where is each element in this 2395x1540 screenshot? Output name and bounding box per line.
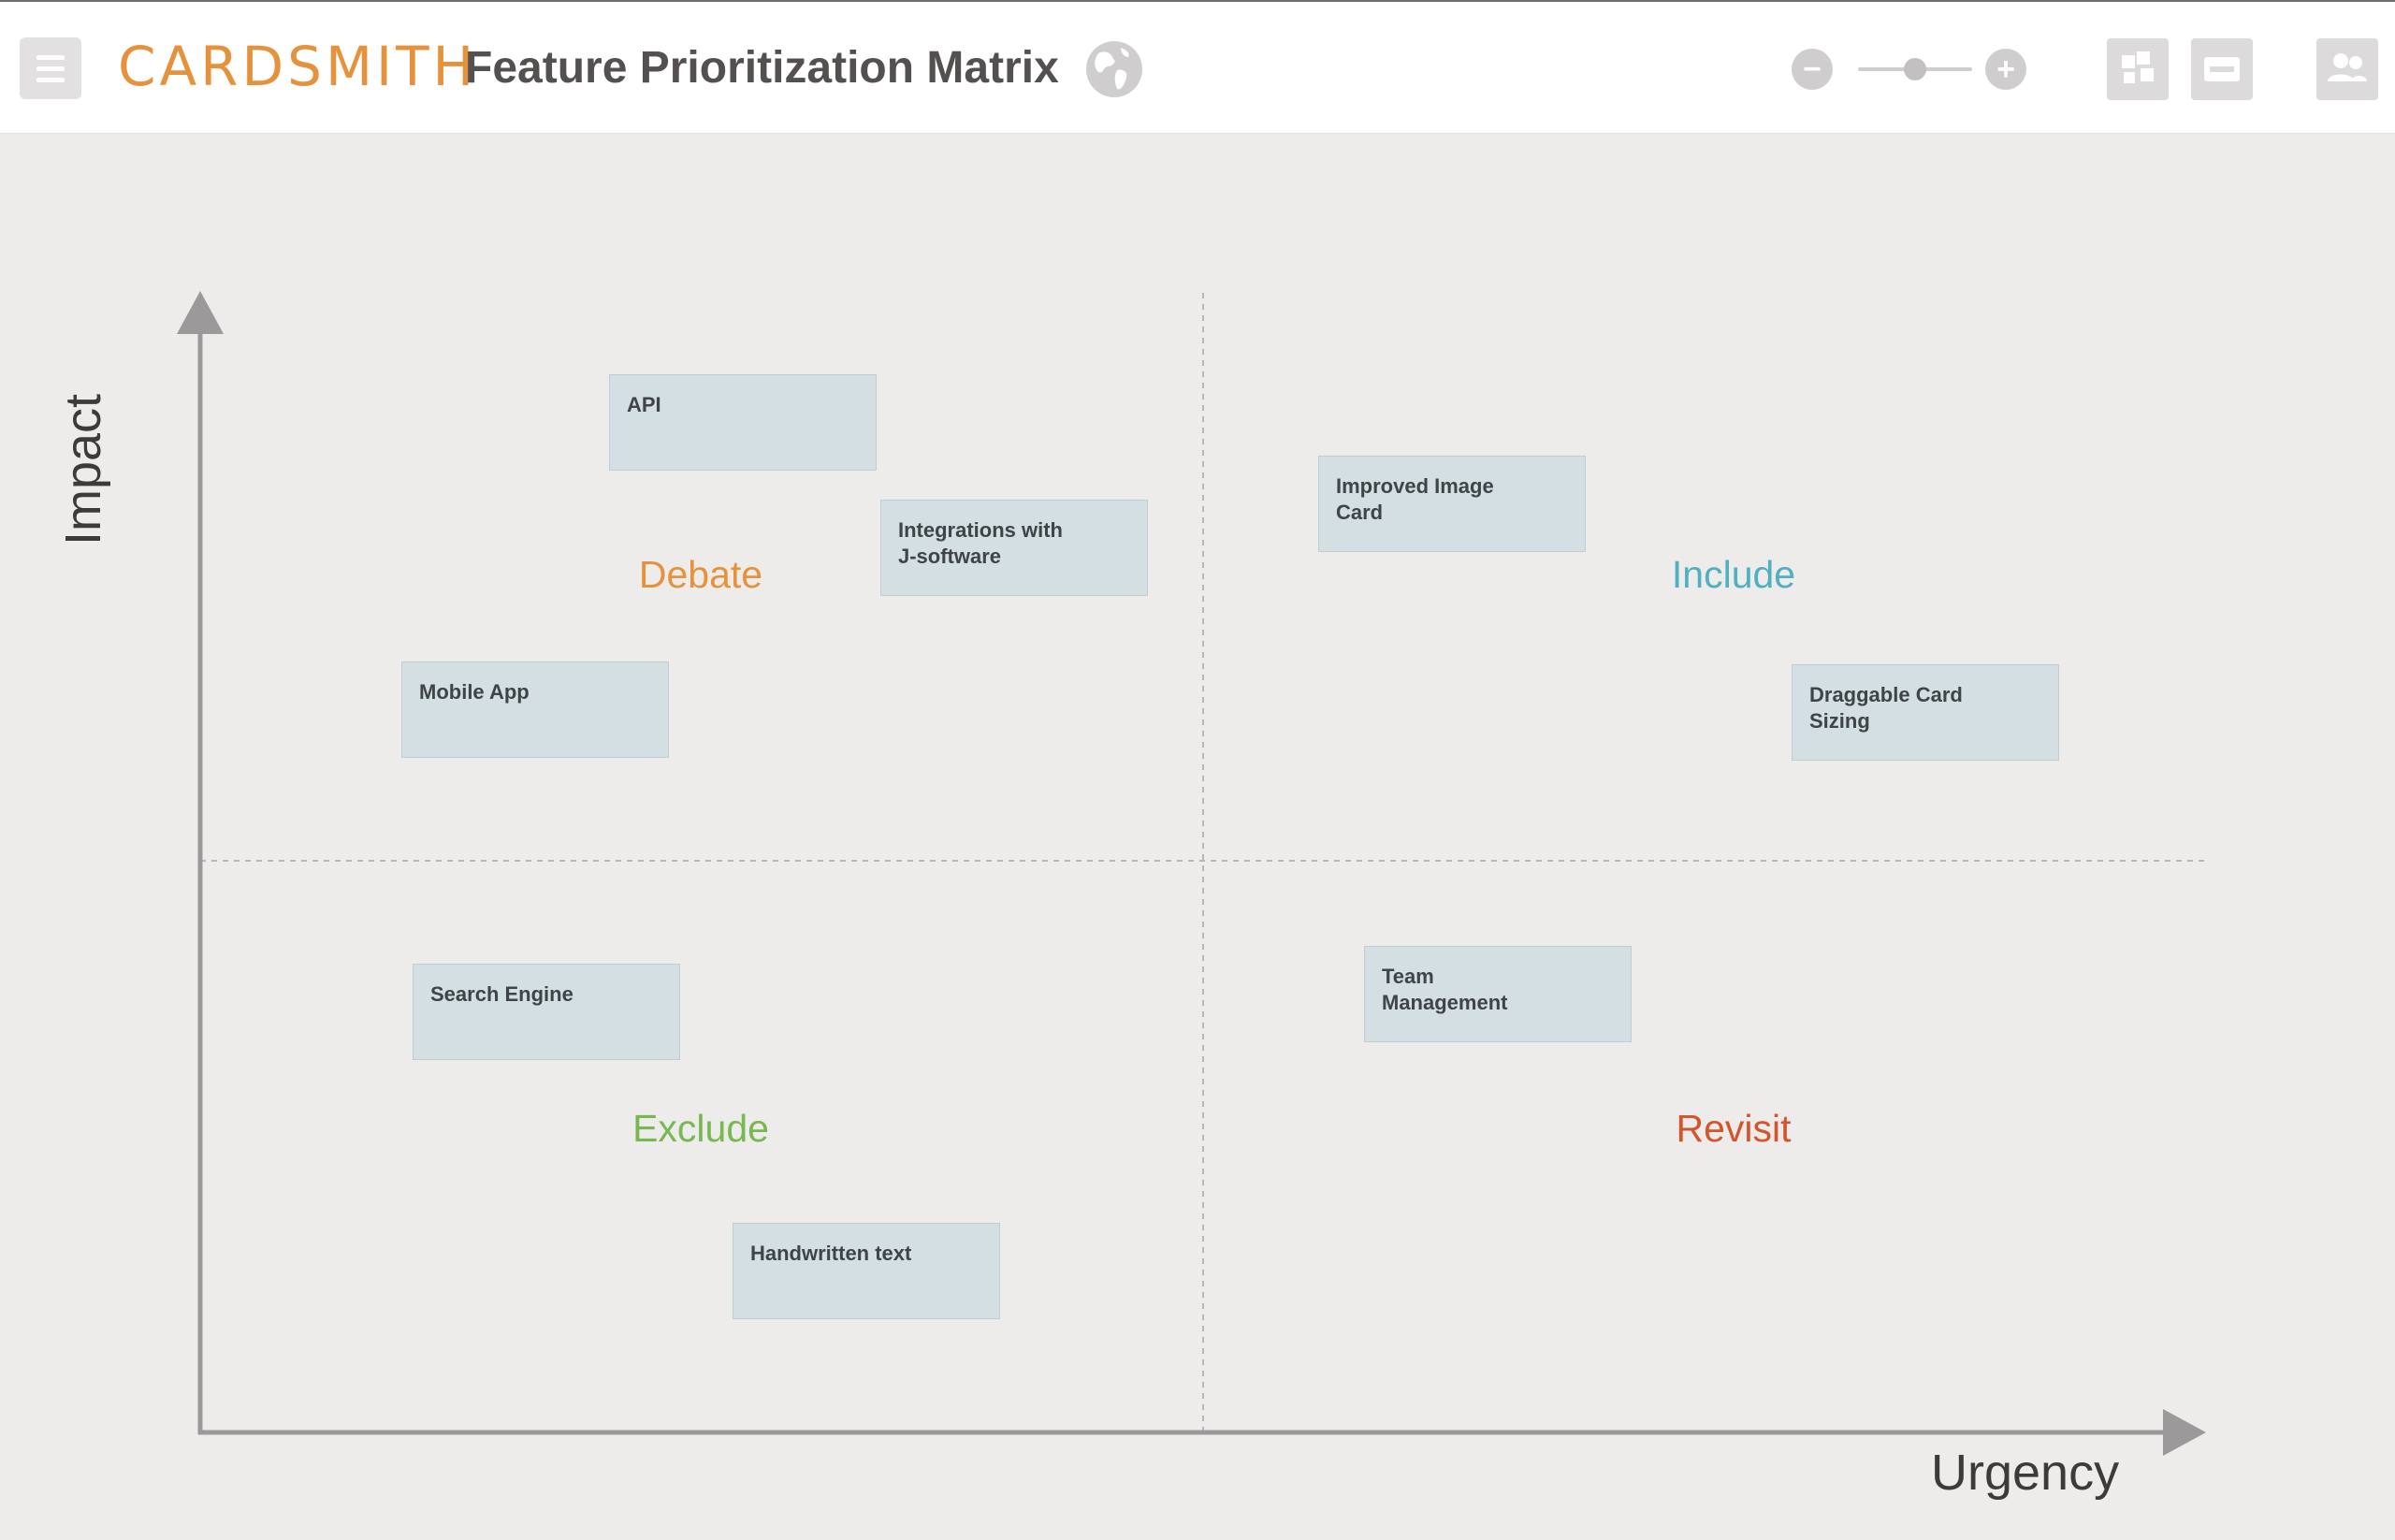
hamburger-menu-icon[interactable] bbox=[20, 37, 81, 99]
matrix-board: Impact Urgency Debate Include Exclude Re… bbox=[0, 134, 2395, 1540]
cardsmith-logo[interactable]: CARDSMITH bbox=[118, 34, 477, 99]
top-toolbar: CARDSMITH Feature Prioritization Matrix … bbox=[0, 0, 2395, 134]
quadrant-label-include: Include bbox=[1671, 553, 1796, 596]
menu-bar-line bbox=[36, 55, 65, 60]
zoom-out-button[interactable]: − bbox=[1792, 49, 1833, 90]
minus-box-icon[interactable] bbox=[2191, 38, 2253, 100]
card-improved-image[interactable]: Improved Image Card bbox=[1318, 456, 1586, 552]
menu-bar-line bbox=[36, 66, 65, 71]
menu-bar-line bbox=[36, 78, 65, 82]
card-mobile-app[interactable]: Mobile App bbox=[401, 661, 669, 758]
card-handwritten-text[interactable]: Handwritten text bbox=[733, 1223, 1000, 1319]
quadrant-label-exclude: Exclude bbox=[632, 1107, 769, 1150]
quadrant-label-debate: Debate bbox=[638, 553, 763, 596]
matrix-axes bbox=[177, 291, 2206, 1456]
card-api[interactable]: API bbox=[609, 374, 877, 471]
y-axis-label: Impact bbox=[55, 393, 111, 545]
card-team-management[interactable]: Team Management bbox=[1364, 946, 1632, 1042]
x-axis-label: Urgency bbox=[1931, 1445, 2120, 1501]
card-search-engine[interactable]: Search Engine bbox=[413, 964, 680, 1060]
quadrant-label-revisit: Revisit bbox=[1676, 1107, 1792, 1150]
globe-icon[interactable] bbox=[1085, 40, 1143, 98]
board-title: Feature Prioritization Matrix bbox=[465, 43, 1059, 93]
people-icon[interactable] bbox=[2316, 38, 2378, 100]
zoom-slider-thumb[interactable] bbox=[1904, 58, 1926, 80]
grid-layout-icon[interactable] bbox=[2107, 38, 2169, 100]
card-draggable-sizing[interactable]: Draggable Card Sizing bbox=[1792, 664, 2059, 761]
zoom-in-button[interactable]: + bbox=[1985, 49, 2026, 90]
card-integrations[interactable]: Integrations with J-software bbox=[880, 500, 1148, 596]
